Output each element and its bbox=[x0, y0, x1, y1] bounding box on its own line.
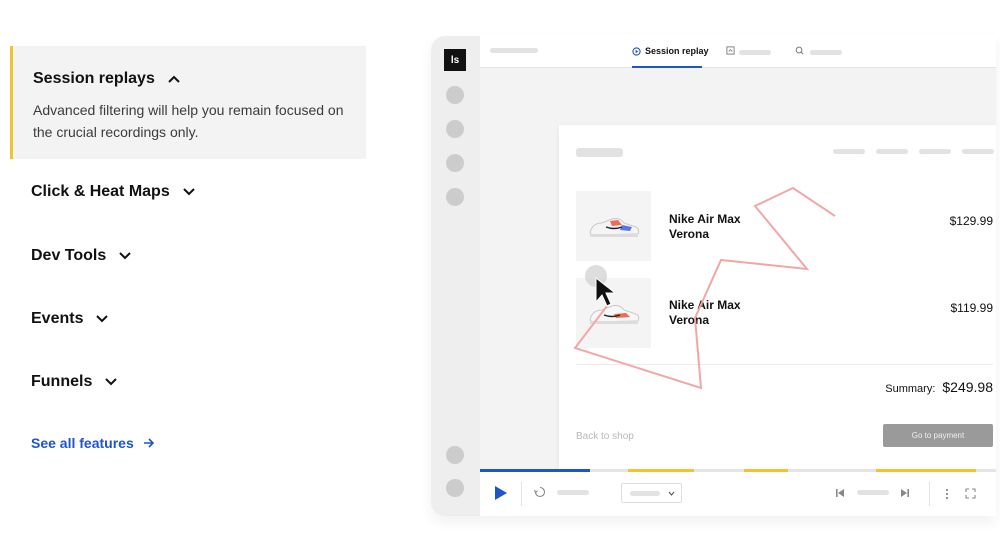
divider bbox=[576, 364, 993, 365]
accordion-item-dev-tools[interactable]: Dev Tools bbox=[31, 247, 132, 265]
accordion-title-text: Funnels bbox=[31, 373, 93, 390]
chevron-down-icon bbox=[183, 188, 195, 196]
speed-value-placeholder bbox=[630, 491, 660, 496]
chevron-down-icon bbox=[105, 378, 118, 386]
arrow-right-icon bbox=[143, 438, 154, 448]
sidebar-nav-placeholder[interactable] bbox=[446, 188, 464, 206]
app-sidebar: ls bbox=[431, 36, 480, 516]
sneaker-icon bbox=[588, 305, 639, 324]
see-all-features-label: See all features bbox=[31, 435, 134, 451]
product-name: Nike Air Max Verona bbox=[669, 298, 741, 327]
sidebar-nav-placeholder[interactable] bbox=[446, 154, 464, 172]
see-all-features-link[interactable]: See all features bbox=[31, 435, 155, 451]
accordion-item-click-heat-maps[interactable]: Click & Heat Maps bbox=[31, 183, 196, 201]
product-image bbox=[576, 191, 651, 261]
accordion-title-text: Click & Heat Maps bbox=[31, 183, 170, 200]
control-divider bbox=[521, 482, 522, 506]
player-controls bbox=[480, 472, 996, 516]
search-tab-icon[interactable] bbox=[795, 46, 804, 55]
tab-label-placeholder bbox=[810, 50, 842, 55]
control-divider bbox=[929, 482, 930, 506]
chevron-down-icon bbox=[119, 252, 131, 260]
time-placeholder bbox=[557, 490, 589, 495]
nav-placeholder bbox=[833, 149, 865, 154]
app-logo: ls bbox=[444, 49, 466, 71]
play-icon[interactable] bbox=[494, 485, 508, 501]
sidebar-nav-placeholder[interactable] bbox=[446, 120, 464, 138]
chevron-down-icon bbox=[668, 491, 675, 496]
tab-label: Session replay bbox=[645, 46, 709, 56]
product-name: Nike Air Max Verona bbox=[669, 212, 741, 241]
sneaker-icon bbox=[588, 218, 639, 237]
sidebar-nav-placeholder[interactable] bbox=[446, 86, 464, 104]
app-top-bar: Session replay bbox=[480, 36, 996, 68]
skip-back-icon[interactable] bbox=[835, 488, 845, 498]
accordion-item-funnels[interactable]: Funnels bbox=[31, 373, 118, 391]
header-placeholder bbox=[576, 148, 623, 157]
speed-select[interactable] bbox=[621, 483, 682, 503]
more-options-icon[interactable] bbox=[945, 488, 949, 500]
checkout-card: Nike Air Max Verona $129.99 Nike Air Max… bbox=[559, 125, 996, 470]
tab-label-placeholder bbox=[739, 50, 771, 55]
accordion-item-session-replays[interactable]: Session replays Advanced filtering will … bbox=[10, 46, 366, 159]
accordion-description: Advanced filtering will help you remain … bbox=[33, 102, 344, 140]
product-image bbox=[576, 278, 651, 348]
accordion-title-text: Session replays bbox=[33, 70, 155, 87]
heatmap-tab-icon[interactable] bbox=[726, 46, 735, 55]
replay-stage: Nike Air Max Verona $129.99 Nike Air Max… bbox=[480, 68, 996, 470]
nav-placeholder bbox=[876, 149, 908, 154]
skip-forward-icon[interactable] bbox=[900, 488, 910, 498]
tab-session-replay[interactable]: Session replay bbox=[632, 46, 709, 56]
chevron-up-icon bbox=[168, 75, 180, 83]
fullscreen-icon[interactable] bbox=[965, 488, 976, 499]
go-to-payment-button[interactable]: Go to payment bbox=[883, 424, 993, 447]
sidebar-nav-placeholder[interactable] bbox=[446, 446, 464, 464]
accordion-item-events[interactable]: Events bbox=[31, 310, 109, 328]
title-placeholder bbox=[490, 48, 538, 53]
summary-label: Summary: bbox=[885, 383, 936, 395]
accordion-title[interactable]: Session replays bbox=[33, 70, 181, 88]
session-replay-preview: ls Session replay Nike Air Max Verona $1… bbox=[431, 36, 996, 516]
product-price: $119.99 bbox=[950, 301, 994, 315]
order-summary: Summary: $249.98 bbox=[885, 379, 993, 395]
summary-value: $249.98 bbox=[942, 379, 993, 395]
nav-placeholder bbox=[962, 149, 994, 154]
play-circle-icon bbox=[632, 46, 641, 56]
accordion-title-text: Dev Tools bbox=[31, 247, 107, 264]
chevron-down-icon bbox=[96, 315, 109, 323]
back-to-shop-link[interactable]: Back to shop bbox=[576, 431, 634, 442]
rewind-icon[interactable] bbox=[534, 486, 546, 498]
sidebar-nav-placeholder[interactable] bbox=[446, 479, 464, 497]
product-price: $129.99 bbox=[949, 214, 993, 228]
event-counter-placeholder bbox=[857, 490, 889, 495]
accordion-title-text: Events bbox=[31, 310, 84, 327]
nav-placeholder bbox=[919, 149, 951, 154]
